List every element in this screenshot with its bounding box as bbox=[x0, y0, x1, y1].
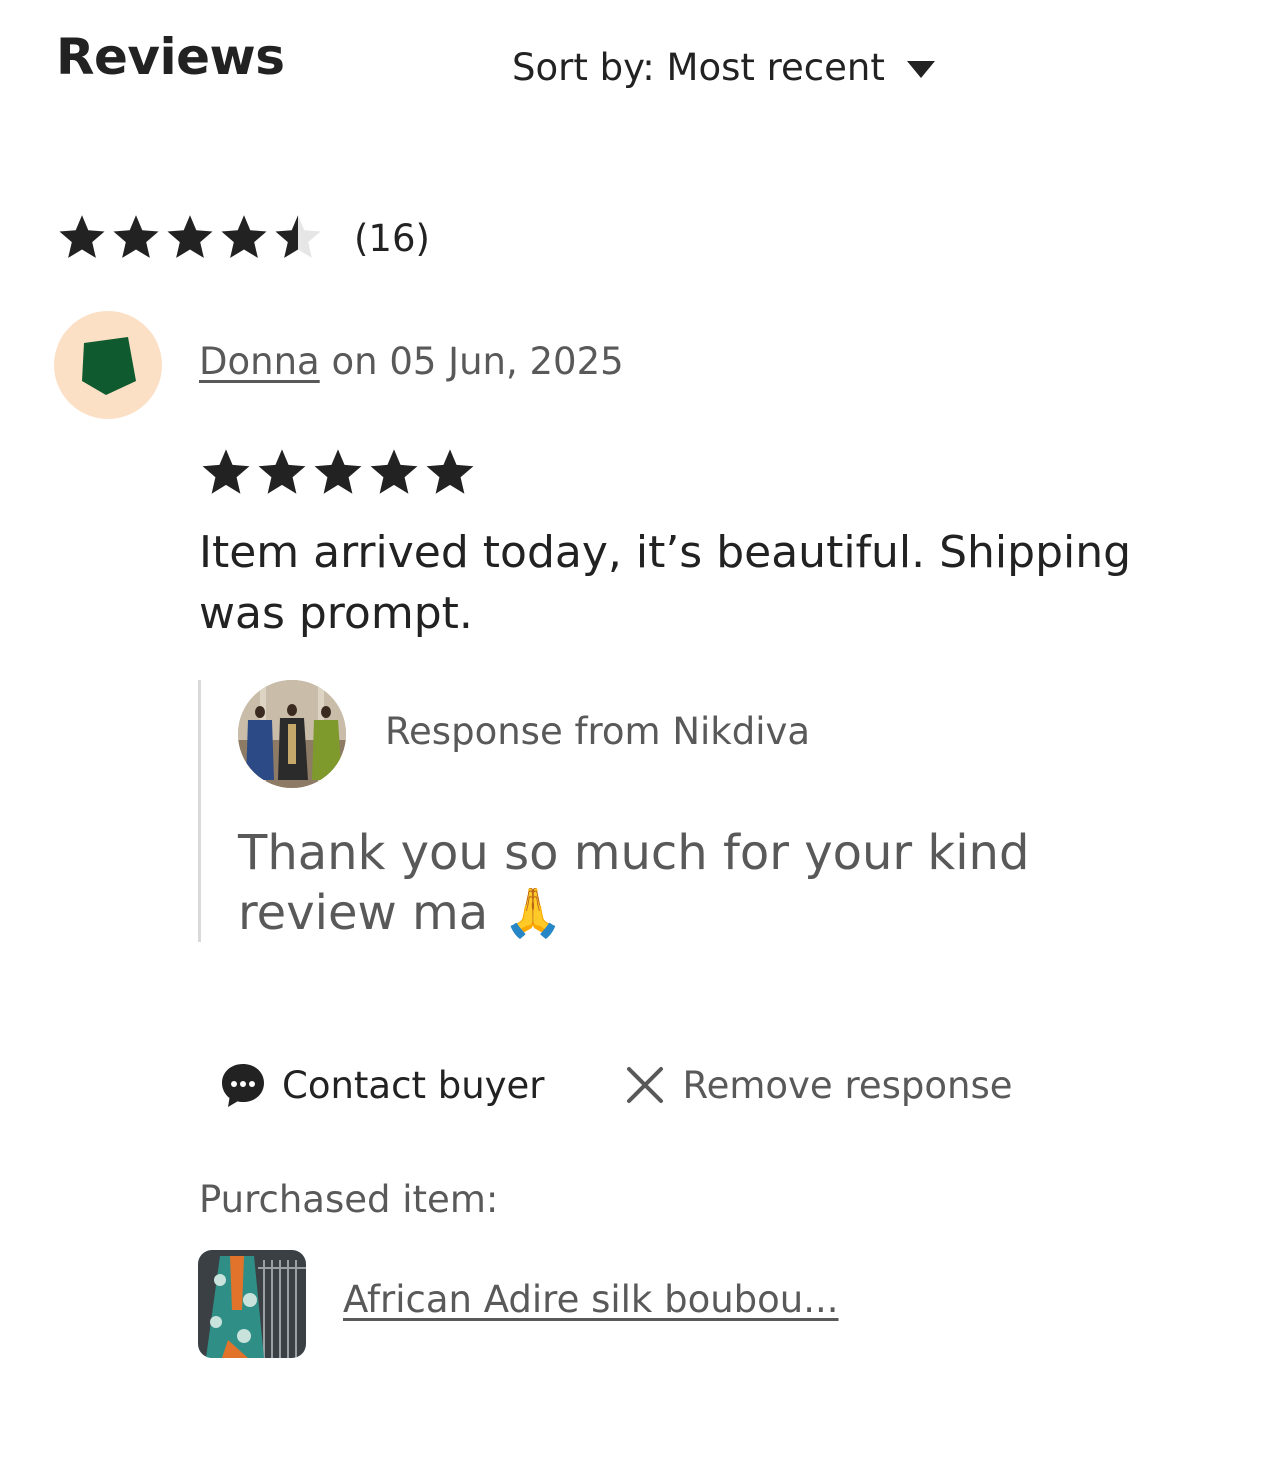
buyer-avatar[interactable] bbox=[54, 311, 162, 419]
review-text: Item arrived today, it’s beautiful. Ship… bbox=[199, 527, 1132, 639]
close-icon bbox=[626, 1067, 663, 1103]
review-star-rating bbox=[199, 446, 477, 500]
purchased-item-link[interactable]: African Adire silk boubou... bbox=[343, 1278, 839, 1321]
reviews-page: Reviews Sort by: Most recent (16) Donna … bbox=[0, 0, 1284, 1464]
shop-response: Response from Nikdiva Thank you so much … bbox=[198, 680, 1201, 942]
review-star-icon bbox=[370, 449, 418, 494]
item-photo-image bbox=[198, 1250, 306, 1358]
remove-response-button[interactable]: Remove response bbox=[623, 1063, 1013, 1107]
review-star-icon bbox=[314, 449, 362, 494]
summary-star-icon bbox=[275, 215, 321, 258]
response-from-label: Response from Nikdiva bbox=[385, 710, 811, 753]
sort-dropdown[interactable]: Sort by: Most recent bbox=[512, 46, 935, 89]
chat-bubble-icon bbox=[222, 1064, 264, 1107]
review-star-icon bbox=[258, 449, 306, 494]
contact-buyer-label: Contact buyer bbox=[282, 1063, 545, 1107]
review-actions: Contact buyer Remove response bbox=[220, 1062, 1013, 1108]
summary-star-icon bbox=[113, 215, 159, 258]
review-date: on 05 Jun, 2025 bbox=[319, 340, 624, 383]
summary-star-icon bbox=[167, 215, 213, 258]
shop-photo-image bbox=[238, 680, 346, 788]
review-star-icon bbox=[202, 449, 250, 494]
review-count: (16) bbox=[354, 216, 430, 260]
rating-summary: (16) bbox=[56, 212, 430, 264]
remove-response-label: Remove response bbox=[682, 1063, 1013, 1107]
reviewer-name-link[interactable]: Donna bbox=[199, 340, 320, 383]
pentagon-avatar-icon bbox=[82, 337, 136, 395]
response-text: Thank you so much for your kind review m… bbox=[238, 825, 1030, 941]
purchased-item-label: Purchased item: bbox=[199, 1178, 499, 1221]
contact-buyer-button[interactable]: Contact buyer bbox=[220, 1062, 545, 1108]
sort-label: Sort by: Most recent bbox=[512, 46, 885, 89]
summary-star-icon bbox=[221, 215, 267, 258]
summary-star-icon bbox=[59, 215, 105, 258]
reviews-heading: Reviews bbox=[56, 28, 285, 86]
summary-star-rating bbox=[56, 212, 324, 264]
review-byline: Donna on 05 Jun, 2025 bbox=[199, 340, 624, 383]
shop-avatar bbox=[238, 680, 346, 788]
caret-down-icon bbox=[906, 61, 935, 78]
review-star-icon bbox=[426, 449, 474, 494]
purchased-item-thumbnail[interactable] bbox=[198, 1250, 306, 1358]
